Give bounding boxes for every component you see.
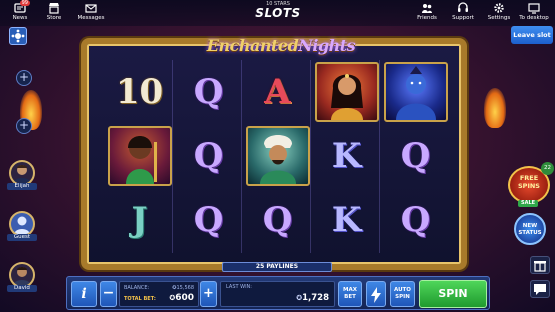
messages-label: Messages — [77, 15, 105, 21]
friends-button[interactable]: Friends — [407, 2, 447, 22]
settings-label: Settings — [487, 15, 511, 21]
reel-symbol: Q — [400, 200, 431, 240]
gear-icon — [493, 2, 505, 14]
info-icon: i — [81, 286, 87, 302]
messages-button[interactable]: Messages — [71, 2, 111, 22]
player-seat[interactable]: David — [6, 262, 38, 292]
support-button[interactable]: Support — [443, 2, 483, 22]
chat-icon — [534, 284, 546, 295]
balance-label: BALANCE: — [124, 285, 150, 291]
reel-symbol: Q — [193, 72, 224, 112]
symbol-princess-portrait — [315, 62, 379, 122]
store-button[interactable]: Store — [34, 2, 74, 22]
reel-symbol: J — [131, 200, 148, 240]
news-badge: 99 — [19, 0, 30, 6]
reel-symbol: 10 — [115, 72, 164, 112]
desktop-label: To desktop — [519, 15, 549, 21]
spin-button[interactable]: SPIN — [419, 280, 487, 308]
player-seat[interactable]: Elijah — [6, 160, 38, 190]
sale-badge: SALE — [518, 200, 539, 207]
reel-symbol: K — [331, 136, 362, 176]
player-name: David — [7, 285, 37, 292]
gift-icon — [534, 261, 546, 272]
news-label: News — [12, 15, 28, 21]
symbol-genie-portrait — [384, 62, 448, 122]
paylines-indicator: 25 PAYLINES — [222, 262, 332, 272]
total-bet-value: ✪600 — [169, 293, 194, 303]
brand-title: SLOTS — [255, 6, 301, 20]
grid-icon — [11, 29, 25, 43]
increase-bet-button[interactable]: + — [200, 281, 217, 307]
balance-value: ✪15,568 — [172, 285, 194, 291]
player-name: Elijah — [7, 183, 37, 190]
lightning-icon — [371, 287, 381, 303]
newspaper-icon: 99 — [14, 0, 30, 14]
leave-slot-button[interactable]: Leave slot — [511, 26, 553, 44]
reel-grid: 10 J Q Q Q A Q K K Q Q — [103, 60, 450, 253]
brand-logo: 10 STARS SLOTS — [248, 1, 308, 20]
reel-symbol: A — [264, 72, 291, 112]
free-spins-line2: SPINS — [518, 182, 540, 190]
reel-symbol: Q — [193, 200, 224, 240]
free-spins-count: 22 — [541, 162, 554, 175]
chat-button[interactable] — [530, 280, 550, 298]
paytable-info-button[interactable]: i — [71, 281, 97, 307]
max-bet-line1: MAX — [343, 287, 357, 293]
friends-label: Friends — [417, 15, 437, 21]
turbo-button[interactable] — [366, 281, 386, 307]
friends-icon — [421, 2, 433, 14]
logo-part-1: Enchanted — [206, 36, 299, 55]
game-logo: EnchantedNights — [196, 36, 366, 58]
max-bet-line2: BET — [344, 294, 356, 300]
envelope-icon — [85, 2, 97, 14]
auto-spin-line2: SPIN — [395, 294, 410, 300]
add-player-seat-button[interactable]: + — [16, 70, 32, 86]
reel-symbol: Q — [400, 136, 431, 176]
last-win-value: ✪1,728 — [296, 293, 329, 303]
logo-part-2: Nights — [298, 36, 356, 55]
new-status-line1: NEW — [522, 223, 538, 229]
total-bet-label: TOTAL BET: — [124, 296, 156, 302]
minus-icon: − — [102, 285, 115, 301]
lobby-button[interactable] — [9, 27, 27, 45]
top-bar: 99 News Store Messages 10 STARS SLOTS Fr… — [0, 0, 555, 26]
store-label: Store — [46, 15, 62, 21]
new-status-button[interactable]: NEW STATUS — [514, 213, 546, 245]
settings-button[interactable]: Settings — [479, 2, 519, 22]
to-desktop-button[interactable]: To desktop — [514, 2, 554, 22]
balance-bet-panel: BALANCE: ✪15,568 TOTAL BET: ✪600 — [119, 281, 199, 307]
last-win-label: LAST WIN: — [226, 284, 252, 290]
reel-symbol: Q — [262, 200, 293, 240]
lantern-decoration — [484, 88, 506, 128]
auto-spin-line1: AUTO — [394, 287, 411, 293]
symbol-man-turban-portrait — [246, 126, 310, 186]
auto-spin-button[interactable]: AUTO SPIN — [390, 281, 415, 307]
free-spins-line1: FREE — [519, 174, 539, 182]
add-player-seat-button[interactable]: + — [16, 118, 32, 134]
free-spins-offer[interactable]: FREE SPINS SALE 22 — [508, 162, 554, 207]
max-bet-button[interactable]: MAX BET — [338, 281, 362, 307]
last-win-panel: LAST WIN: ✪1,728 — [220, 281, 335, 307]
plus-icon: + — [18, 70, 30, 84]
reel-symbol: Q — [193, 136, 224, 176]
desktop-icon — [528, 2, 540, 14]
reel-symbol: K — [331, 200, 362, 240]
decrease-bet-button[interactable]: − — [100, 281, 117, 307]
plus-icon: + — [203, 286, 214, 301]
gift-button[interactable] — [530, 256, 550, 274]
support-label: Support — [452, 15, 474, 21]
player-name: Guest — [7, 234, 37, 241]
support-icon — [457, 2, 469, 14]
new-status-line2: STATUS — [518, 230, 542, 236]
symbol-woman-green-portrait — [108, 126, 172, 186]
plus-icon: + — [18, 118, 30, 132]
store-icon — [48, 2, 60, 14]
player-seat[interactable]: Guest — [6, 211, 38, 241]
